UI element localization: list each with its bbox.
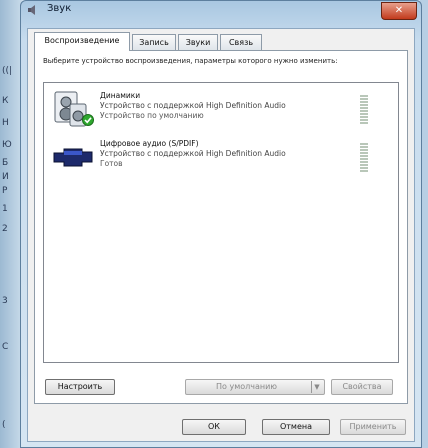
close-icon: ✕ (394, 5, 404, 16)
device-name: Динамики (100, 91, 141, 100)
device-item-speakers[interactable]: Динамики Устройство с поддержкой High De… (52, 91, 392, 131)
strip-text: К (2, 96, 9, 106)
strip-text: C (2, 342, 9, 352)
apply-button[interactable]: Применить (340, 419, 406, 435)
default-check-icon (82, 114, 94, 126)
strip-text: И (2, 172, 9, 182)
volume-level-meter (360, 95, 368, 125)
tab-sounds[interactable]: Звуки (178, 34, 218, 50)
dialog-client: Воспроизведение Запись Звуки Связь Выбер… (27, 28, 415, 442)
tab-communications[interactable]: Связь (220, 34, 262, 50)
device-item-spdif[interactable]: Цифровое аудио (S/PDIF) Устройство с под… (52, 139, 392, 179)
device-name: Цифровое аудио (S/PDIF) (100, 139, 199, 148)
strip-text: ( (2, 420, 6, 430)
ok-button[interactable]: ОК (182, 419, 246, 435)
strip-text: 2 (2, 224, 8, 234)
strip-text: 1 (2, 204, 8, 214)
volume-level-meter (360, 143, 368, 173)
strip-text: Н (2, 118, 9, 128)
device-description: Устройство с поддержкой High Definition … (100, 101, 286, 110)
device-list: Динамики Устройство с поддержкой High De… (43, 82, 399, 363)
set-default-button[interactable]: По умолчанию ▼ (185, 379, 325, 395)
playback-panel: Выберите устройство воспроизведения, пар… (34, 50, 408, 404)
strip-text: ((| (2, 66, 13, 76)
close-button[interactable]: ✕ (381, 2, 417, 20)
instructions-text: Выберите устройство воспроизведения, пар… (43, 57, 338, 65)
sound-dialog: Звук ✕ Воспроизведение Запись Звуки Связ… (20, 0, 422, 448)
chevron-down-icon[interactable]: ▼ (311, 381, 322, 393)
device-status: Устройство по умолчанию (100, 111, 204, 120)
cancel-button[interactable]: Отмена (262, 419, 330, 435)
background-window-strip: ((| К Н Ю Б И Р 1 2 3 C ( (0, 0, 22, 448)
strip-text: Ю (2, 140, 12, 150)
tab-recording[interactable]: Запись (132, 34, 176, 50)
strip-text: Б (2, 158, 9, 168)
window-title: Звук (47, 3, 72, 14)
device-status: Готов (100, 159, 123, 168)
properties-button[interactable]: Свойства (331, 379, 393, 395)
strip-text: 3 (2, 296, 8, 306)
title-bar[interactable]: Звук ✕ (21, 1, 421, 21)
spdif-connector-icon (53, 148, 93, 167)
sound-icon (28, 5, 35, 15)
device-description: Устройство с поддержкой High Definition … (100, 149, 286, 158)
configure-button[interactable]: Настроить (45, 379, 115, 395)
set-default-label: По умолчанию (216, 382, 278, 391)
strip-text: Р (2, 186, 8, 196)
tab-playback[interactable]: Воспроизведение (34, 32, 130, 51)
